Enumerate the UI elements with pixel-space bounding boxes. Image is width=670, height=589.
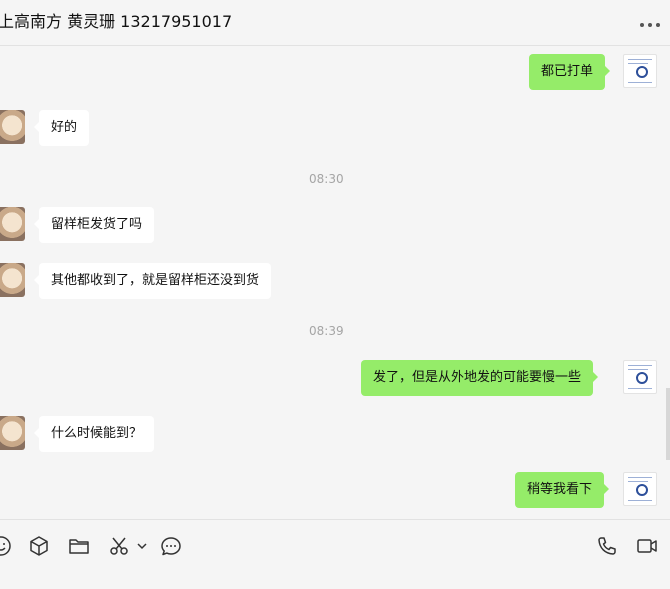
contact-avatar[interactable] <box>0 207 25 241</box>
emoji-icon[interactable] <box>0 535 12 557</box>
chat-history-icon[interactable] <box>160 535 182 557</box>
incoming-message[interactable]: 其他都收到了，就是留样柜还没到货 <box>33 263 272 299</box>
favorites-cube-icon[interactable] <box>28 535 50 557</box>
incoming-message[interactable]: 好的 <box>33 110 90 146</box>
message-list: 都已打单 好的 08:30 留样柜发货了吗 其他都收到了，就是留样柜还没到货 0… <box>0 46 670 519</box>
dropdown-chevron-icon[interactable] <box>136 535 148 557</box>
incoming-message[interactable]: 留样柜发货了吗 <box>33 207 155 243</box>
outgoing-message[interactable]: 稍等我看下 <box>515 472 610 508</box>
contact-avatar[interactable] <box>0 110 25 144</box>
chat-header: 上高南方 黄灵珊 13217951017 <box>0 0 670 46</box>
outgoing-message[interactable]: 发了，但是从外地发的可能要慢一些 <box>361 360 599 396</box>
contact-avatar[interactable] <box>0 263 25 297</box>
my-avatar[interactable] <box>623 54 657 88</box>
my-avatar[interactable] <box>623 472 657 506</box>
scrollbar-thumb[interactable] <box>666 388 670 460</box>
more-options-icon[interactable] <box>640 22 660 28</box>
folder-icon[interactable] <box>68 535 90 557</box>
incoming-message[interactable]: 什么时候能到？ <box>33 416 155 452</box>
timestamp: 08:39 <box>309 324 344 338</box>
my-avatar[interactable] <box>623 360 657 394</box>
input-toolbar <box>0 519 670 589</box>
video-call-icon[interactable] <box>636 535 658 557</box>
screenshot-scissors-icon[interactable] <box>108 535 130 557</box>
voice-call-icon[interactable] <box>596 535 618 557</box>
chat-title: 上高南方 黄灵珊 13217951017 <box>0 12 233 31</box>
outgoing-message[interactable]: 都已打单 <box>529 54 611 90</box>
timestamp: 08:30 <box>309 172 344 186</box>
contact-avatar[interactable] <box>0 416 25 450</box>
